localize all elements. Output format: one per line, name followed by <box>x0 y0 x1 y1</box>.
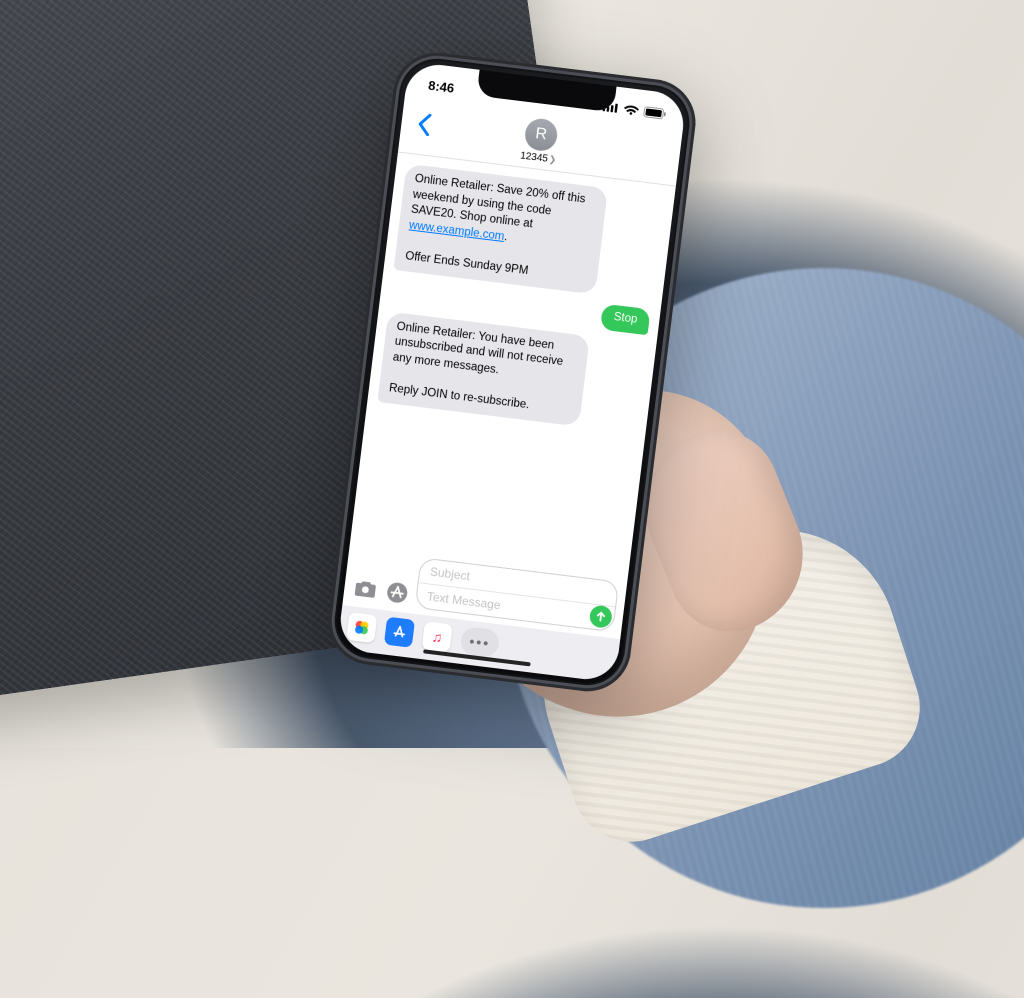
chevron-right-icon: ❯ <box>548 154 557 166</box>
contact-number: 12345 <box>520 150 549 164</box>
back-button[interactable] <box>409 108 439 146</box>
battery-icon <box>643 106 667 120</box>
camera-button[interactable] <box>351 574 380 603</box>
photos-icon <box>352 618 372 638</box>
avatar-initial: R <box>534 125 548 144</box>
apps-button[interactable] <box>383 578 412 607</box>
ellipsis-icon: ••• <box>469 633 492 651</box>
app-store[interactable] <box>384 617 415 648</box>
app-photos[interactable] <box>346 612 377 643</box>
message-text: Online Retailer: You have been unsubscri… <box>388 320 566 411</box>
appstore-icon <box>391 623 409 641</box>
message-thread[interactable]: Online Retailer: Save 20% off this weeke… <box>350 152 676 578</box>
app-music[interactable]: ♫ <box>422 621 453 652</box>
avatar: R <box>523 117 559 153</box>
music-icon: ♫ <box>431 628 443 645</box>
status-time: 8:46 <box>427 77 455 95</box>
screen: 8:46 R <box>337 61 687 683</box>
message-incoming[interactable]: Online Retailer: Save 20% off this weeke… <box>394 164 665 302</box>
message-text: Stop <box>613 311 638 326</box>
contact-button[interactable]: R 12345 ❯ <box>520 117 562 166</box>
wifi-icon <box>623 103 639 116</box>
